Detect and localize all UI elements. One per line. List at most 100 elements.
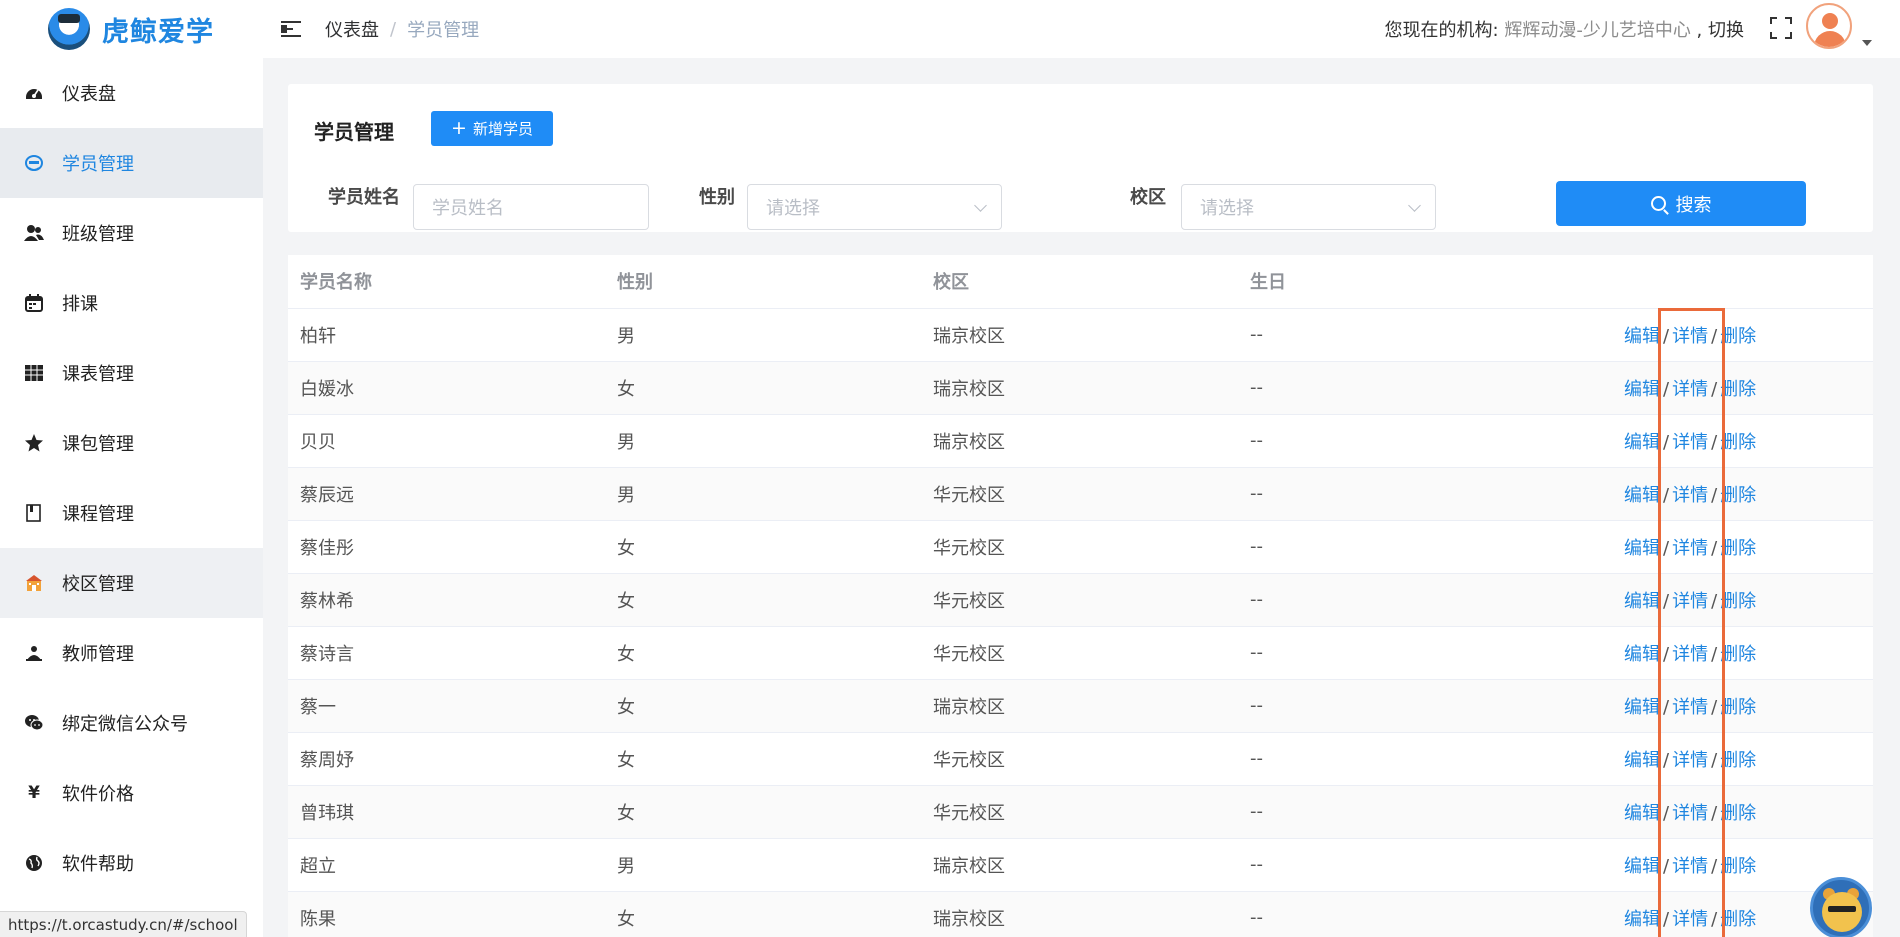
student-birthday-cell: -- xyxy=(1238,414,1555,468)
edit-link[interactable]: 编辑 xyxy=(1624,803,1660,824)
edit-link[interactable]: 编辑 xyxy=(1624,485,1660,506)
detail-link[interactable]: 详情 xyxy=(1672,909,1708,930)
table-header-row: 学员名称 性别 校区 生日 xyxy=(288,255,1873,309)
header-name[interactable]: 学员名称 xyxy=(288,255,605,309)
sidebar-item-schedule[interactable]: 排课 xyxy=(0,268,263,338)
sidebar-item-help[interactable]: 软件帮助 xyxy=(0,828,263,898)
delete-link[interactable]: 删除 xyxy=(1720,591,1756,612)
detail-link[interactable]: 详情 xyxy=(1672,856,1708,877)
row-actions-group: 编辑 / 详情 / 删除 xyxy=(1624,697,1756,718)
org-info: 您现在的机构: 辉辉动漫-少儿艺培中心 , 切换 xyxy=(1385,16,1744,42)
header-gender[interactable]: 性别 xyxy=(605,255,921,309)
search-button[interactable]: 搜索 xyxy=(1556,181,1806,226)
action-separator: / xyxy=(1663,325,1670,347)
detail-link[interactable]: 详情 xyxy=(1672,538,1708,559)
header-campus[interactable]: 校区 xyxy=(921,255,1238,309)
mascot-help-button[interactable] xyxy=(1810,877,1872,937)
action-separator: / xyxy=(1711,484,1718,506)
action-separator: / xyxy=(1711,537,1718,559)
edit-link[interactable]: 编辑 xyxy=(1624,538,1660,559)
add-student-button[interactable]: + 新增学员 xyxy=(431,111,553,146)
action-separator: / xyxy=(1663,484,1670,506)
delete-link[interactable]: 删除 xyxy=(1720,538,1756,559)
main-content: 学员管理 + 新增学员 学员姓名 学员姓名 性别 请选择 校区 请选择 搜索 学… xyxy=(263,58,1900,937)
sidebar-toggle-icon[interactable] xyxy=(281,19,303,39)
sidebar-item-pricing[interactable]: ¥ 软件价格 xyxy=(0,758,263,828)
row-actions-group: 编辑 / 详情 / 删除 xyxy=(1624,750,1756,771)
action-separator: / xyxy=(1663,431,1670,453)
student-campus-cell: 瑞京校区 xyxy=(921,414,1238,468)
edit-link[interactable]: 编辑 xyxy=(1624,697,1660,718)
delete-link[interactable]: 删除 xyxy=(1720,644,1756,665)
action-separator: / xyxy=(1711,378,1718,400)
delete-link[interactable]: 删除 xyxy=(1720,326,1756,347)
sidebar-item-packages[interactable]: 课包管理 xyxy=(0,408,263,478)
action-separator: / xyxy=(1663,590,1670,612)
row-actions-group: 编辑 / 详情 / 删除 xyxy=(1624,856,1756,877)
delete-link[interactable]: 删除 xyxy=(1720,856,1756,877)
detail-link[interactable]: 详情 xyxy=(1672,379,1708,400)
fullscreen-icon[interactable] xyxy=(1770,17,1792,39)
row-actions: 编辑 / 详情 / 删除 xyxy=(1555,414,1873,468)
edit-link[interactable]: 编辑 xyxy=(1624,856,1660,877)
row-actions-group: 编辑 / 详情 / 删除 xyxy=(1624,538,1756,559)
edit-link[interactable]: 编辑 xyxy=(1624,432,1660,453)
student-birthday-cell: -- xyxy=(1238,520,1555,574)
student-gender-cell: 男 xyxy=(605,838,921,892)
sidebar-item-label: 仪表盘 xyxy=(62,84,116,105)
detail-link[interactable]: 详情 xyxy=(1672,326,1708,347)
gender-select[interactable]: 请选择 xyxy=(747,184,1002,230)
delete-link[interactable]: 删除 xyxy=(1720,432,1756,453)
delete-link[interactable]: 删除 xyxy=(1720,803,1756,824)
action-separator: / xyxy=(1711,749,1718,771)
student-birthday-cell: -- xyxy=(1238,838,1555,892)
sidebar-item-label: 教师管理 xyxy=(62,644,134,665)
action-separator: / xyxy=(1711,908,1718,930)
delete-link[interactable]: 删除 xyxy=(1720,909,1756,930)
sidebar-item-students[interactable]: 学员管理 xyxy=(0,128,263,198)
detail-link[interactable]: 详情 xyxy=(1672,591,1708,612)
edit-link[interactable]: 编辑 xyxy=(1624,379,1660,400)
delete-link[interactable]: 删除 xyxy=(1720,750,1756,771)
breadcrumb: 仪表盘 / 学员管理 xyxy=(325,16,479,42)
student-gender-cell: 女 xyxy=(605,626,921,680)
gender-placeholder: 请选择 xyxy=(766,198,820,219)
breadcrumb-dashboard[interactable]: 仪表盘 xyxy=(325,16,379,42)
edit-link[interactable]: 编辑 xyxy=(1624,644,1660,665)
sidebar-item-timetable[interactable]: 课表管理 xyxy=(0,338,263,408)
delete-link[interactable]: 删除 xyxy=(1720,485,1756,506)
detail-link[interactable]: 详情 xyxy=(1672,485,1708,506)
sidebar-item-wechat[interactable]: 绑定微信公众号 xyxy=(0,688,263,758)
action-separator: / xyxy=(1711,325,1718,347)
delete-link[interactable]: 删除 xyxy=(1720,379,1756,400)
sidebar-item-teachers[interactable]: 教师管理 xyxy=(0,618,263,688)
caret-down-icon[interactable] xyxy=(1862,40,1872,46)
delete-link[interactable]: 删除 xyxy=(1720,697,1756,718)
detail-link[interactable]: 详情 xyxy=(1672,803,1708,824)
detail-link[interactable]: 详情 xyxy=(1672,432,1708,453)
detail-link[interactable]: 详情 xyxy=(1672,750,1708,771)
header-birthday[interactable]: 生日 xyxy=(1238,255,1555,309)
sidebar-item-dashboard[interactable]: 仪表盘 xyxy=(0,58,263,128)
row-actions-group: 编辑 / 详情 / 删除 xyxy=(1624,909,1756,930)
detail-link[interactable]: 详情 xyxy=(1672,644,1708,665)
student-name-input[interactable]: 学员姓名 xyxy=(413,184,649,230)
user-avatar[interactable] xyxy=(1806,3,1852,49)
student-birthday-cell: -- xyxy=(1238,361,1555,415)
detail-link[interactable]: 详情 xyxy=(1672,697,1708,718)
brand-name: 虎鲸爱学 xyxy=(102,16,214,48)
sidebar-item-campus[interactable]: 校区管理 xyxy=(0,548,263,618)
edit-link[interactable]: 编辑 xyxy=(1624,909,1660,930)
campus-select[interactable]: 请选择 xyxy=(1181,184,1436,230)
action-separator: / xyxy=(1711,802,1718,824)
edit-link[interactable]: 编辑 xyxy=(1624,591,1660,612)
sidebar-item-classes[interactable]: 班级管理 xyxy=(0,198,263,268)
brand-logo[interactable]: 虎鲸爱学 xyxy=(0,0,263,58)
sidebar-item-courses[interactable]: 课程管理 xyxy=(0,478,263,548)
student-campus-cell: 瑞京校区 xyxy=(921,308,1238,362)
sidebar-item-label: 课表管理 xyxy=(62,364,134,385)
edit-link[interactable]: 编辑 xyxy=(1624,326,1660,347)
edit-link[interactable]: 编辑 xyxy=(1624,750,1660,771)
student-campus-cell: 华元校区 xyxy=(921,732,1238,786)
org-switch-link[interactable]: , 切换 xyxy=(1691,20,1744,41)
